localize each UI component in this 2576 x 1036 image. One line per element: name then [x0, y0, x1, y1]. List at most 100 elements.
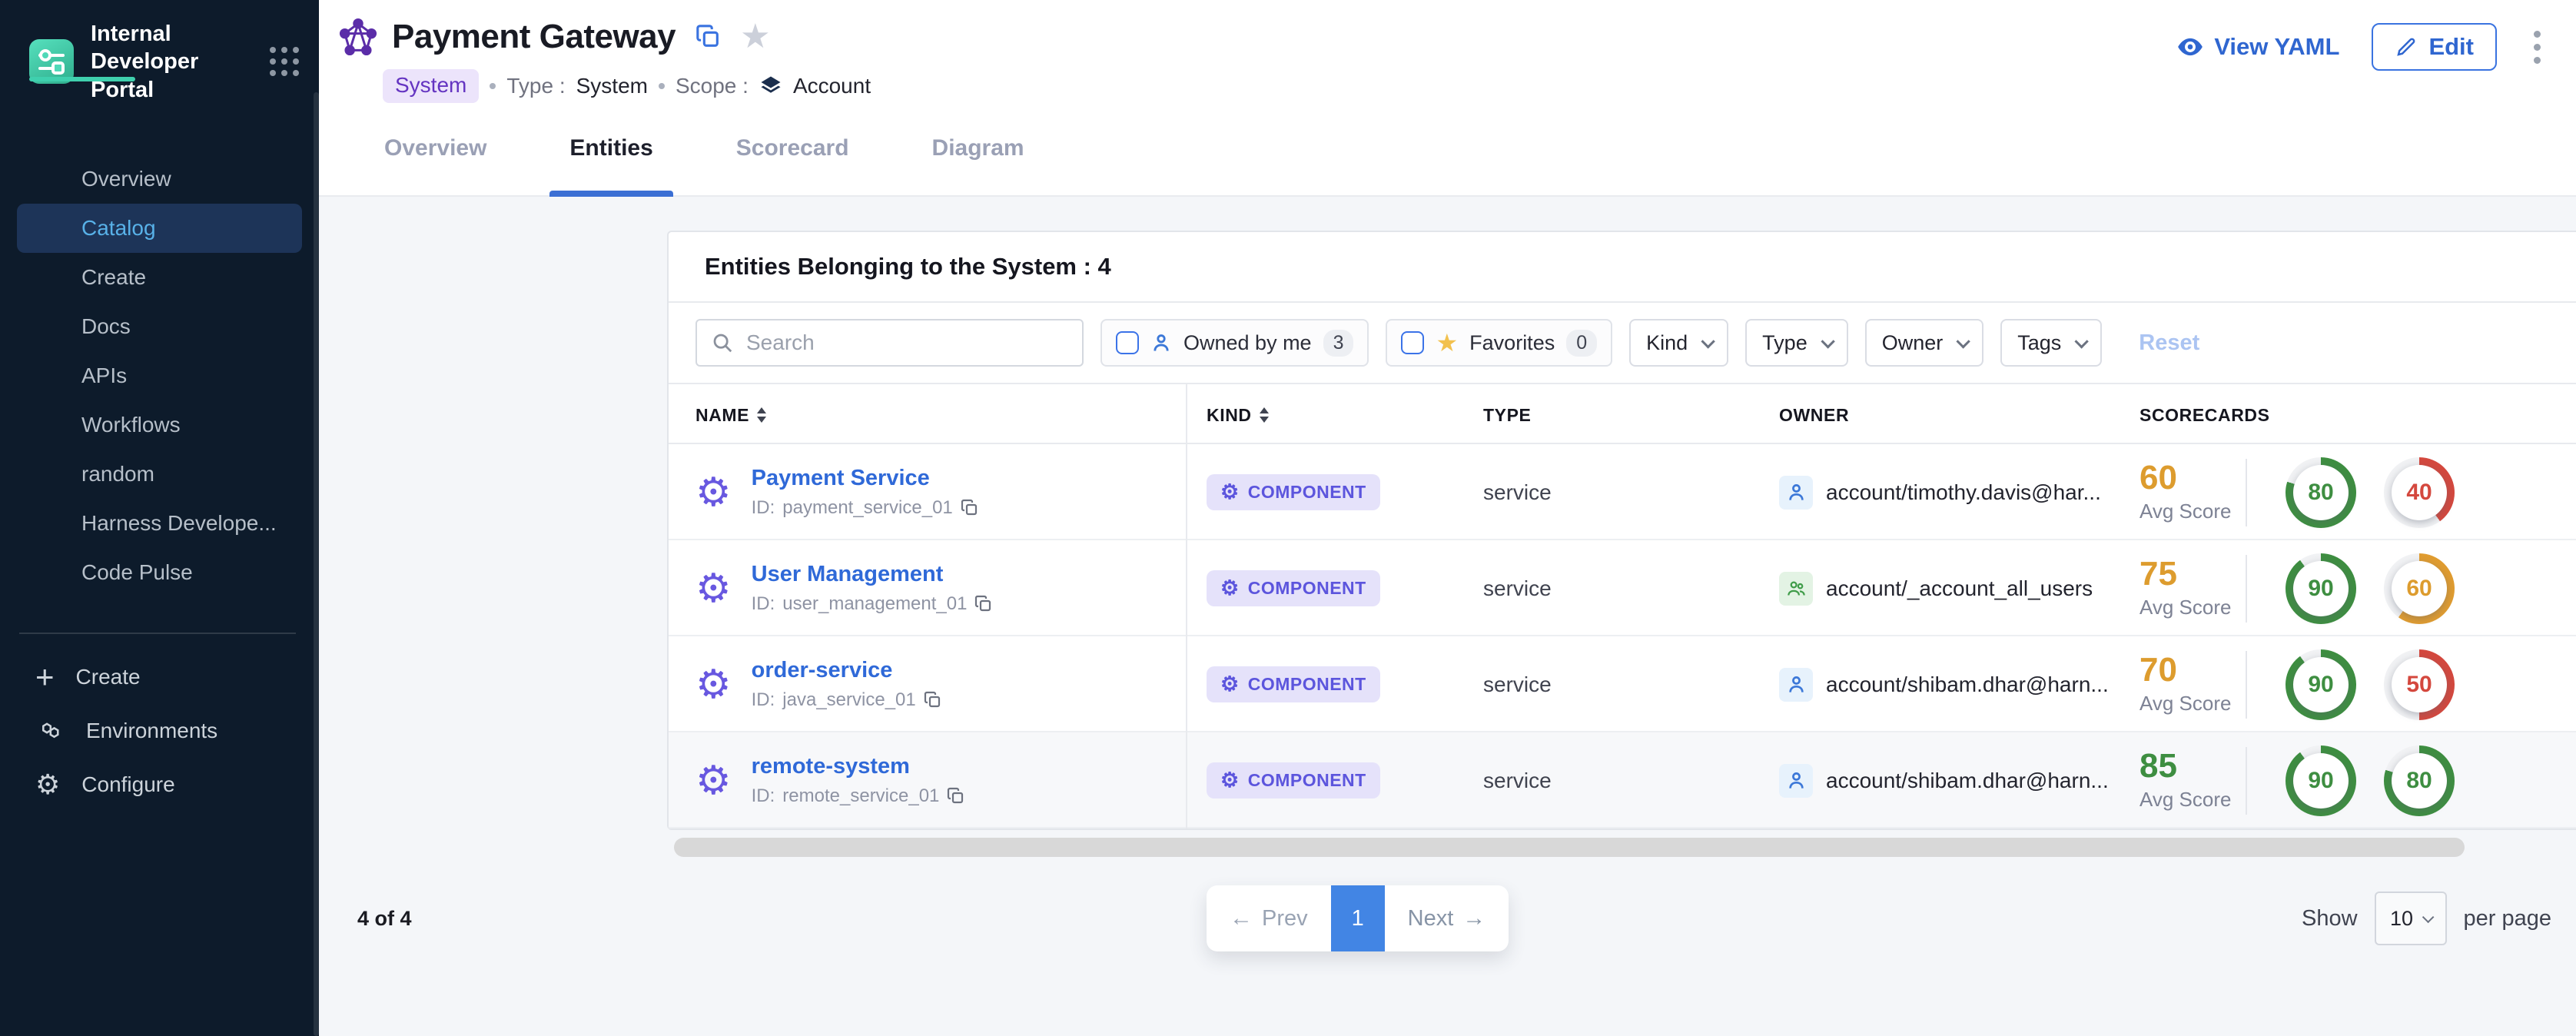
copy-icon[interactable] [961, 499, 979, 517]
filter-dropdown[interactable]: Type [1745, 319, 1848, 367]
sidebar-item[interactable]: random [0, 450, 319, 499]
next-page-button[interactable]: Next [1385, 885, 1509, 951]
type-cell: service [1483, 444, 1779, 540]
sort-icon [1260, 407, 1269, 423]
user-icon [1786, 674, 1807, 695]
tab[interactable]: Diagram [932, 100, 1024, 197]
scorecard-ring[interactable]: 40 [2384, 457, 2455, 528]
sidebar-item-create[interactable]: Create [0, 650, 319, 704]
kind-chip[interactable]: COMPONENT [1207, 570, 1380, 606]
sidebar-item[interactable]: APIs [0, 351, 319, 400]
owner-avatar [1779, 476, 1813, 510]
table-row[interactable]: order-service ID: java_service_01 COMPON… [669, 636, 2576, 732]
kind-cell: COMPONENT [1187, 732, 1483, 828]
entity-gear-icon [695, 761, 732, 801]
id-prefix: ID: [752, 497, 775, 519]
scorecards-cell: 85 Avg Score 90 80 [2130, 732, 2576, 828]
column-header-kind[interactable]: KIND [1187, 384, 1483, 446]
copy-icon[interactable] [974, 595, 993, 613]
type-value: service [1483, 480, 1552, 505]
copy-icon[interactable] [695, 24, 722, 50]
sidebar-item-environments[interactable]: Environments [0, 704, 319, 758]
sidebar-item[interactable]: Docs [0, 302, 319, 351]
chevron-down-icon [1821, 334, 1834, 348]
scorecard-ring[interactable]: 60 [2384, 553, 2455, 624]
sidebar-item[interactable]: Code Pulse [0, 548, 319, 597]
sidebar-header: Internal Developer Portal [0, 0, 319, 104]
filter-dropdown[interactable]: Tags [2000, 319, 2102, 367]
entity-name-link[interactable]: order-service [752, 658, 942, 683]
sidebar-item[interactable]: Overview [0, 154, 319, 204]
more-options-icon[interactable] [2529, 26, 2545, 68]
plus-icon [35, 661, 55, 693]
tab[interactable]: Entities [569, 100, 652, 197]
scorecard-ring[interactable]: 50 [2384, 649, 2455, 720]
sidebar-item-label: Harness Develope... [81, 511, 277, 536]
dot-separator [490, 83, 496, 89]
kind-label: COMPONENT [1248, 482, 1366, 503]
sidebar-item[interactable]: Workflows [0, 400, 319, 450]
owned-by-me-filter[interactable]: Owned by me 3 [1100, 319, 1369, 367]
scorecard-ring[interactable]: 90 [2286, 745, 2356, 816]
horizontal-scrollbar[interactable] [674, 838, 2465, 857]
per-page-control: Show 10 per page [2302, 890, 2551, 947]
scorecard-ring-value: 60 [2392, 561, 2447, 616]
chevron-down-icon [1957, 334, 1970, 348]
entity-gear-icon [695, 665, 732, 705]
scorecard-ring[interactable]: 90 [2286, 553, 2356, 624]
filter-dropdown[interactable]: Kind [1629, 319, 1728, 367]
entity-name-link[interactable]: remote-system [752, 754, 966, 779]
table-row[interactable]: Payment Service ID: payment_service_01 C… [669, 444, 2576, 540]
sidebar-item-configure[interactable]: Configure [0, 758, 319, 812]
copy-icon[interactable] [924, 691, 942, 709]
sidebar-divider [19, 633, 296, 634]
entity-name-link[interactable]: User Management [752, 562, 994, 587]
owned-by-me-checkbox[interactable] [1116, 331, 1139, 354]
breadcrumb: System Type : System Scope : Account [383, 69, 871, 103]
type-value: service [1483, 576, 1552, 601]
scorecard-ring[interactable]: 80 [2384, 745, 2455, 816]
gear-icon [35, 771, 60, 799]
arrow-right-icon [1462, 905, 1486, 931]
favorites-label: Favorites [1469, 331, 1555, 355]
system-entity-icon [338, 17, 378, 57]
sidebar-item-label: Environments [86, 719, 217, 743]
column-header-name[interactable]: NAME [669, 384, 1187, 446]
app-grid-icon[interactable] [270, 47, 299, 76]
table-row[interactable]: User Management ID: user_management_01 C… [669, 540, 2576, 636]
current-page-button[interactable]: 1 [1331, 885, 1385, 951]
entity-name-link[interactable]: Payment Service [752, 466, 979, 491]
id-value: user_management_01 [782, 593, 967, 615]
favorites-filter[interactable]: Favorites 0 [1386, 319, 1612, 367]
tab-label: Overview [384, 135, 486, 161]
sidebar-item[interactable]: Catalog [17, 204, 302, 253]
arrow-left-icon [1230, 905, 1253, 931]
scorecard-ring[interactable]: 90 [2286, 649, 2356, 720]
table-row[interactable]: remote-system ID: remote_service_01 COMP… [669, 732, 2576, 828]
scope-label: Scope : [676, 74, 749, 98]
tab[interactable]: Scorecard [736, 100, 849, 197]
filter-dropdown[interactable]: Owner [1865, 319, 1984, 367]
component-gear-icon [1220, 482, 1240, 503]
tab[interactable]: Overview [384, 100, 486, 197]
copy-icon[interactable] [947, 787, 965, 805]
edit-button[interactable]: Edit [2372, 23, 2497, 71]
main-area: Payment Gateway System Type : System Sco… [319, 0, 2576, 1036]
per-page-select[interactable]: 10 [2375, 892, 2447, 945]
sidebar-item[interactable]: Create [0, 253, 319, 302]
owner-name: account/shibam.dhar@harn... [1826, 672, 2109, 697]
search-input[interactable]: Search [695, 319, 1084, 367]
sidebar-item[interactable]: Harness Develope... [0, 499, 319, 548]
prev-page-button[interactable]: Prev [1207, 885, 1331, 951]
favorite-star-icon[interactable] [740, 20, 770, 54]
scorecard-ring[interactable]: 80 [2286, 457, 2356, 528]
kind-chip[interactable]: COMPONENT [1207, 762, 1380, 799]
favorites-checkbox[interactable] [1401, 331, 1424, 354]
type-value: service [1483, 672, 1552, 697]
kind-chip[interactable]: COMPONENT [1207, 474, 1380, 510]
kind-chip[interactable]: COMPONENT [1207, 666, 1380, 702]
owned-by-me-count: 3 [1323, 330, 1354, 357]
tab-bar: Overview Entities Scorecard Diagram [384, 100, 1107, 197]
view-yaml-button[interactable]: View YAML [2176, 32, 2339, 61]
reset-filters-button[interactable]: Reset [2139, 330, 2199, 356]
